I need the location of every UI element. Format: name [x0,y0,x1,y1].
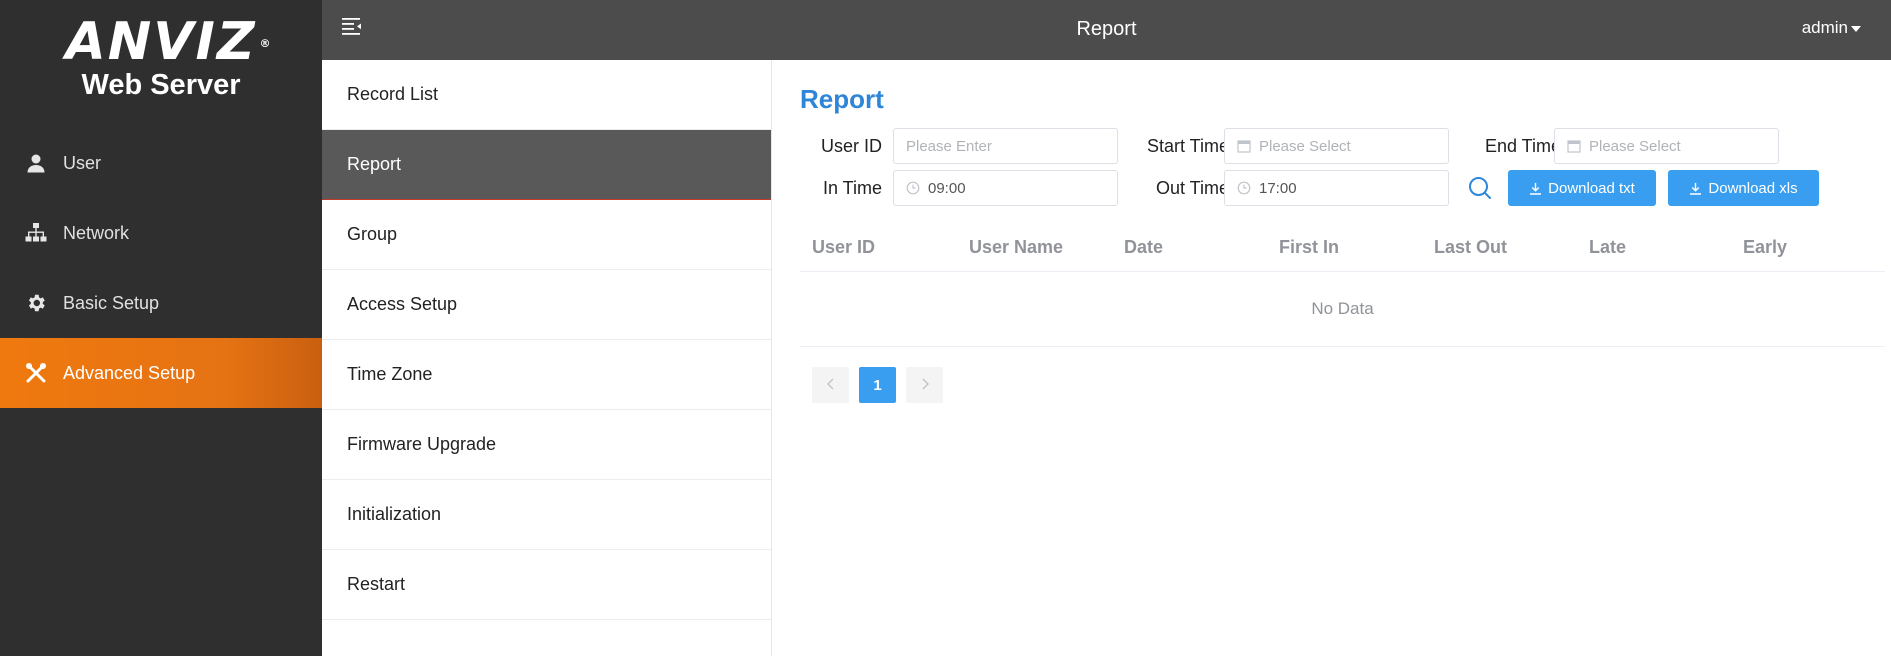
column-header-late[interactable]: Late [1577,237,1731,258]
report-table: User ID User Name Date First In Last Out… [800,224,1885,347]
page-number-current[interactable]: 1 [859,367,896,403]
report-filter-form: User ID Please Enter Start Time Please S… [800,128,1885,208]
submenu-item-report[interactable]: Report [322,130,771,200]
download-xls-label: Download xls [1708,179,1798,197]
start-time-placeholder: Please Select [1259,137,1351,155]
registered-mark: ® [259,37,271,50]
column-header-first-in[interactable]: First In [1267,237,1422,258]
download-icon [1689,182,1702,195]
sidebar-item-basic-setup[interactable]: Basic Setup [0,268,322,338]
in-time-picker[interactable]: 09:00 [893,170,1118,206]
tools-icon [25,362,47,384]
calendar-icon [1237,139,1251,153]
network-icon [25,222,47,244]
user-id-placeholder: Please Enter [906,137,992,155]
download-txt-label: Download txt [1548,179,1635,197]
empty-state-text: No Data [800,272,1885,347]
calendar-icon [1567,139,1581,153]
caret-down-icon [1851,25,1861,32]
end-time-label: End Time [1484,136,1561,156]
user-icon [25,152,47,174]
chevron-right-icon [920,377,930,394]
start-time-picker[interactable]: Please Select [1224,128,1449,164]
submenu-item-firmware-upgrade[interactable]: Firmware Upgrade [322,410,771,480]
download-xls-button[interactable]: Download xls [1668,170,1819,206]
page-title: Report [800,84,884,114]
search-icon[interactable] [1467,175,1493,201]
user-menu-label: admin [1801,18,1848,37]
sidebar-item-label: Basic Setup [63,292,160,313]
brand: ANVIZ ® Web Server [0,0,322,115]
submenu-item-restart[interactable]: Restart [322,550,771,620]
end-time-picker[interactable]: Please Select [1554,128,1779,164]
out-time-value: 17:00 [1259,179,1297,197]
out-time-picker[interactable]: 17:00 [1224,170,1449,206]
chevron-left-icon [826,377,836,394]
submenu-item-group[interactable]: Group [322,200,771,270]
in-time-value: 09:00 [928,179,966,197]
user-id-input[interactable]: Please Enter [893,128,1118,164]
user-id-label: User ID [820,136,882,156]
logo-text: ANVIZ [65,12,257,72]
submenu-item-record-list[interactable]: Record List [322,60,771,130]
settings-submenu: Record List Report Group Access Setup Ti… [322,60,772,656]
app-root: ANVIZ ® Web Server User Network Basic Se… [0,0,1891,656]
pagination: 1 [812,367,1885,403]
page-header-title: Report [1076,18,1137,40]
in-time-label: In Time [822,178,882,198]
main-sidebar: ANVIZ ® Web Server User Network Basic Se… [0,0,322,656]
clock-icon [1237,181,1251,195]
sidebar-item-label: User [63,152,102,173]
sidebar-item-advanced-setup[interactable]: Advanced Setup [0,338,322,408]
main-content: Report User ID Please Enter Start Time P… [800,60,1885,403]
column-header-user-name[interactable]: User Name [957,237,1112,258]
column-header-user-id[interactable]: User ID [800,237,957,258]
sidebar-item-label: Advanced Setup [63,362,196,383]
submenu-item-time-zone[interactable]: Time Zone [322,340,771,410]
gear-icon [25,292,47,314]
sidebar-item-network[interactable]: Network [0,198,322,268]
logo: ANVIZ ® [65,16,270,68]
column-header-last-out[interactable]: Last Out [1422,237,1577,258]
submenu-item-access-setup[interactable]: Access Setup [322,270,771,340]
column-header-date[interactable]: Date [1112,237,1267,258]
next-page-button[interactable] [906,367,943,403]
prev-page-button[interactable] [812,367,849,403]
sidebar-item-label: Network [63,222,130,243]
out-time-label: Out Time [1155,178,1229,198]
table-header-row: User ID User Name Date First In Last Out… [800,224,1885,272]
start-time-label: Start Time [1146,136,1229,156]
submenu-item-initialization[interactable]: Initialization [322,480,771,550]
top-bar: Report admin [322,0,1891,60]
download-txt-button[interactable]: Download txt [1508,170,1656,206]
brand-subtitle: Web Server [81,69,241,101]
sidebar-nav: User Network Basic Setup Advanced Setup [0,128,322,408]
end-time-placeholder: Please Select [1589,137,1681,155]
clock-icon [906,181,920,195]
column-header-early[interactable]: Early [1731,237,1885,258]
download-icon [1529,182,1542,195]
sidebar-item-user[interactable]: User [0,128,322,198]
user-menu[interactable]: admin [1802,18,1861,38]
